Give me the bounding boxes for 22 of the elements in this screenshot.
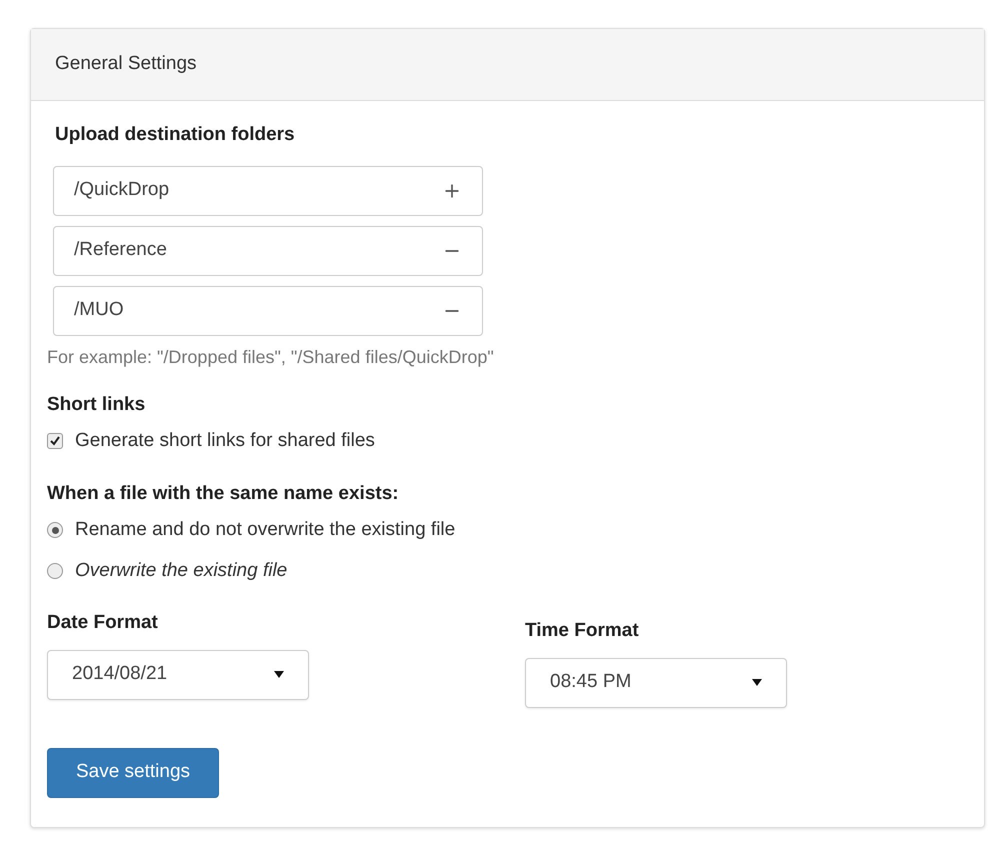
checkbox-label: Generate short links for shared files <box>75 429 375 453</box>
format-dropdown[interactable]: 2014/08/21 <box>47 650 309 700</box>
save-button[interactable]: Save settings <box>47 748 219 798</box>
field-label: Time Format <box>525 619 640 643</box>
dropdown-caret-icon <box>752 679 762 686</box>
section-heading: Upload destination folders <box>55 123 296 147</box>
folder-input-field[interactable]: /Reference <box>53 226 483 276</box>
radio-label: Overwrite the existing file <box>75 558 288 582</box>
checkbox[interactable] <box>47 433 63 450</box>
section-heading: Short links <box>47 392 146 416</box>
section-heading: When a file with the same name exists: <box>47 482 400 506</box>
dropdown-caret-icon <box>274 671 284 678</box>
check-icon <box>50 436 60 446</box>
field-label: Date Format <box>47 611 159 635</box>
panel-title: General Settings <box>55 52 197 76</box>
radio-label: Rename and do not overwrite the existing file <box>75 518 456 542</box>
folder-input-field[interactable]: /MUO <box>53 286 483 336</box>
radio-button[interactable] <box>47 522 63 538</box>
format-dropdown[interactable]: 08:45 PM <box>525 658 787 708</box>
help-text: For example: "/Dropped files", "/Shared files/QuickDrop" <box>47 346 495 369</box>
radio-button[interactable] <box>47 562 63 579</box>
folder-input-field[interactable]: /QuickDrop <box>53 166 483 216</box>
